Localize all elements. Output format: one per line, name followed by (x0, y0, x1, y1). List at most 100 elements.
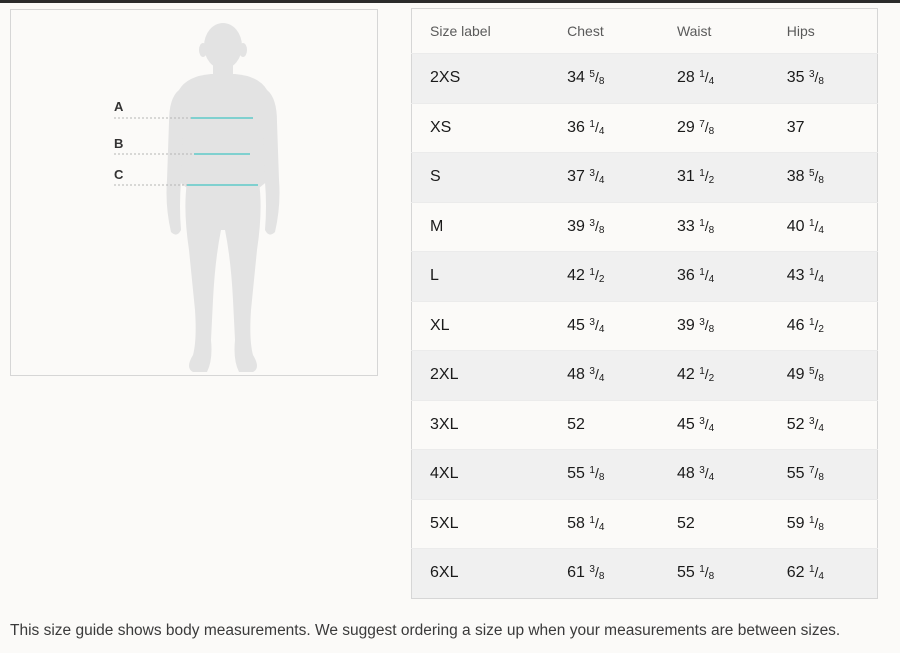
whole-number: 36 (567, 118, 585, 136)
measurement-cell: 28 1/4 (659, 54, 769, 104)
fraction-denominator: 8 (818, 521, 824, 533)
fraction-denominator: 4 (598, 521, 605, 533)
whole-number: 36 (676, 267, 695, 285)
whole-number: 45 (567, 316, 585, 334)
whole-number: 39 (676, 316, 695, 334)
label-c: C (114, 167, 124, 182)
fraction-denominator: 4 (598, 323, 605, 335)
whole-number: 48 (676, 465, 695, 483)
table-row: S 37 3/4 31 1/2 38 5/8 (411, 152, 878, 203)
measurement-cell: 48 3/4 (659, 450, 769, 500)
measurement-cell: 48 3/4 (549, 351, 659, 401)
measurement-cell: 46 1/2 (769, 301, 878, 351)
fraction-denominator: 4 (708, 76, 715, 88)
body-silhouette-icon: A B C (114, 23, 280, 372)
fraction-denominator: 8 (708, 224, 715, 236)
fraction-denominator: 4 (818, 571, 824, 583)
measurement-cell: 37 3/4 (549, 153, 659, 203)
measurement-cell: 40 1/4 (769, 202, 878, 252)
measurement-cell: 58 1/4 (549, 499, 659, 549)
whole-number: 37 (567, 168, 585, 186)
table-row: XS 36 1/4 29 7/8 37 (411, 103, 878, 153)
fraction-denominator: 8 (598, 76, 605, 88)
measurement-cell: 36 1/4 (549, 103, 659, 153)
measurement-cell: 59 1/8 (769, 499, 878, 549)
whole-number: 42 (567, 267, 585, 285)
fraction-denominator: 8 (598, 571, 605, 583)
measurement-cell: 39 3/8 (549, 202, 659, 252)
measurement-cell: 55 1/8 (659, 549, 769, 599)
whole-number: 46 (786, 316, 805, 334)
table-row: 3XL 52 45 3/4 52 3/4 (411, 400, 878, 450)
whole-number: 31 (676, 168, 695, 186)
header-waist: Waist (676, 23, 712, 39)
size-label-cell: 4XL (430, 465, 459, 483)
whole-number: 61 (567, 564, 585, 582)
label-a: A (114, 99, 124, 114)
size-label-cell: XL (430, 316, 450, 334)
size-chart-table: Size label Chest Waist Hips 2XS 34 5/8 28 … (411, 8, 878, 599)
measurement-cell: 62 1/4 (769, 549, 878, 599)
whole-number: 52 (567, 415, 585, 433)
top-border (0, 0, 900, 3)
size-guide-note: This size guide shows body measurements.… (10, 622, 841, 639)
whole-number: 37 (786, 118, 805, 136)
whole-number: 34 (567, 69, 585, 87)
fraction-denominator: 4 (598, 175, 605, 187)
size-label-cell: 5XL (430, 514, 459, 532)
fraction-denominator: 4 (708, 472, 715, 484)
fraction-denominator: 2 (708, 373, 715, 385)
fraction-denominator: 4 (818, 224, 824, 236)
fraction-denominator: 4 (818, 274, 824, 286)
measurement-cell: 39 3/8 (659, 301, 769, 351)
measurement-cell: 52 3/4 (769, 400, 878, 450)
table-row: 6XL 61 3/8 55 1/8 62 1/4 (411, 548, 878, 599)
measurement-cell: 42 1/2 (659, 351, 769, 401)
size-label-cell: 6XL (430, 564, 459, 582)
measurement-cell: 52 (659, 499, 769, 549)
whole-number: 55 (676, 564, 695, 582)
size-label-cell: M (430, 217, 444, 235)
whole-number: 52 (786, 415, 805, 433)
fraction-denominator: 8 (818, 76, 824, 88)
measurement-cell: 33 1/8 (659, 202, 769, 252)
measurement-cell: 49 5/8 (769, 351, 878, 401)
whole-number: 35 (786, 69, 805, 87)
whole-number: 58 (567, 514, 585, 532)
fraction-denominator: 8 (598, 472, 605, 484)
whole-number: 49 (786, 366, 805, 384)
whole-number: 48 (567, 366, 585, 384)
fraction-denominator: 4 (818, 422, 824, 434)
fraction-denominator: 4 (598, 125, 605, 137)
fraction-denominator: 8 (708, 571, 715, 583)
table-header-row: Size label Chest Waist Hips (412, 9, 878, 54)
whole-number: 33 (676, 217, 695, 235)
table-row: 4XL 55 1/8 48 3/4 55 7/8 (411, 449, 878, 500)
header-size-label: Size label (430, 23, 491, 39)
fraction-denominator: 4 (708, 274, 715, 286)
fraction-denominator: 2 (598, 274, 605, 286)
fraction-denominator: 8 (708, 125, 715, 137)
measurement-cell: 35 3/8 (769, 54, 878, 104)
table-row: 2XS 34 5/8 28 1/4 35 3/8 (411, 53, 878, 104)
whole-number: 28 (676, 69, 695, 87)
table-row: 5XL 58 1/4 52 59 1/8 (411, 499, 878, 549)
size-label-cell: 3XL (430, 415, 459, 433)
whole-number: 39 (567, 217, 585, 235)
whole-number: 43 (786, 267, 805, 285)
fraction-denominator: 8 (818, 472, 824, 484)
table-row: M 39 3/8 33 1/8 40 1/4 (411, 202, 878, 252)
table-row: 2XL 48 3/4 42 1/2 49 5/8 (411, 350, 878, 401)
fraction-denominator: 4 (708, 422, 715, 434)
table-row: XL 45 3/4 39 3/8 46 1/2 (411, 301, 878, 351)
header-hips: Hips (786, 23, 815, 39)
measurement-cell: 43 1/4 (769, 252, 878, 302)
fraction-denominator: 2 (708, 175, 715, 187)
measurement-cell: 29 7/8 (659, 103, 769, 153)
measurement-cell: 61 3/8 (549, 549, 659, 599)
table-row: L 42 1/2 36 1/4 43 1/4 (411, 251, 878, 302)
size-label-cell: L (430, 267, 439, 285)
fraction-denominator: 8 (818, 373, 824, 385)
silhouette (166, 23, 280, 372)
body-measurement-figure: A B C (10, 9, 378, 376)
